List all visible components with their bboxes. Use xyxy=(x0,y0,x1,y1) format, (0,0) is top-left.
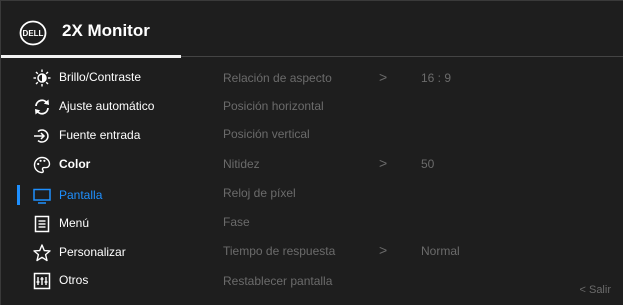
setting-value: 50 xyxy=(421,157,435,171)
setting-value: 16 : 9 xyxy=(421,71,452,85)
auto-adjust-icon xyxy=(35,99,49,115)
chevron-right-icon: > xyxy=(379,69,388,85)
setting-label: Posición vertical xyxy=(223,127,310,141)
sidebar-item-input-source[interactable]: Fuente entrada xyxy=(1,123,201,147)
sidebar-item-label: Pantalla xyxy=(59,188,103,202)
color-palette-icon xyxy=(33,156,51,174)
sidebar-item-label: Menú xyxy=(59,216,90,230)
setting-aspect-ratio[interactable]: Relación de aspecto > 16 : 9 xyxy=(223,66,603,90)
setting-pixel-clock[interactable]: Reloj de píxel xyxy=(223,181,603,205)
sidebar-item-others[interactable]: Otros xyxy=(1,268,201,292)
input-source-icon xyxy=(34,129,49,143)
setting-label: Fase xyxy=(223,215,250,229)
sidebar-item-brightness-contrast[interactable]: Brillo/Contraste xyxy=(1,65,201,89)
setting-reset-display[interactable]: Restablecer pantalla xyxy=(223,269,603,293)
sidebar-item-label: Otros xyxy=(59,273,89,287)
others-icon xyxy=(33,272,51,290)
logo-text: DELL xyxy=(23,29,44,38)
sidebar-item-label: Personalizar xyxy=(59,245,126,259)
setting-value: Normal xyxy=(421,244,460,258)
setting-phase[interactable]: Fase xyxy=(223,210,603,234)
setting-sharpness[interactable]: Nitidez > 50 xyxy=(223,152,603,176)
setting-label: Relación de aspecto xyxy=(223,71,332,85)
sidebar-item-label: Brillo/Contraste xyxy=(59,70,142,84)
sidebar-item-auto-adjust[interactable]: Ajuste automático xyxy=(1,94,201,118)
star-icon xyxy=(33,244,51,262)
monitor-title: 2X Monitor xyxy=(62,21,150,40)
sidebar-item-label: Ajuste automático xyxy=(59,99,155,113)
brightness-icon xyxy=(33,69,51,87)
sidebar-item-color[interactable]: Color xyxy=(1,152,201,176)
header-divider-highlight xyxy=(1,55,181,58)
menu-icon xyxy=(34,215,50,233)
osd-header: DELL 2X Monitor xyxy=(1,1,623,56)
sidebar-item-display[interactable]: Pantalla xyxy=(1,183,201,207)
setting-horizontal-position[interactable]: Posición horizontal xyxy=(223,94,603,118)
setting-label: Nitidez xyxy=(223,157,260,171)
exit-button[interactable]: < Salir xyxy=(580,284,612,296)
setting-response-time[interactable]: Tiempo de respuesta > Normal xyxy=(223,239,603,263)
sidebar-item-menu[interactable]: Menú xyxy=(1,211,201,235)
setting-label: Reloj de píxel xyxy=(223,186,296,200)
sidebar-item-label: Color xyxy=(59,157,91,171)
setting-vertical-position[interactable]: Posición vertical xyxy=(223,122,603,146)
display-icon xyxy=(33,188,51,204)
setting-label: Tiempo de respuesta xyxy=(223,244,336,258)
chevron-right-icon: > xyxy=(379,242,388,258)
selection-indicator xyxy=(17,185,20,205)
chevron-right-icon: > xyxy=(379,155,388,171)
dell-logo: DELL xyxy=(19,20,47,46)
setting-label: Restablecer pantalla xyxy=(223,274,333,288)
setting-label: Posición horizontal xyxy=(223,99,324,113)
sidebar-item-label: Fuente entrada xyxy=(59,128,141,142)
monitor-osd: DELL 2X Monitor Brillo/Contraste Ajuste … xyxy=(0,0,623,305)
sidebar-item-personalize[interactable]: Personalizar xyxy=(1,240,201,264)
